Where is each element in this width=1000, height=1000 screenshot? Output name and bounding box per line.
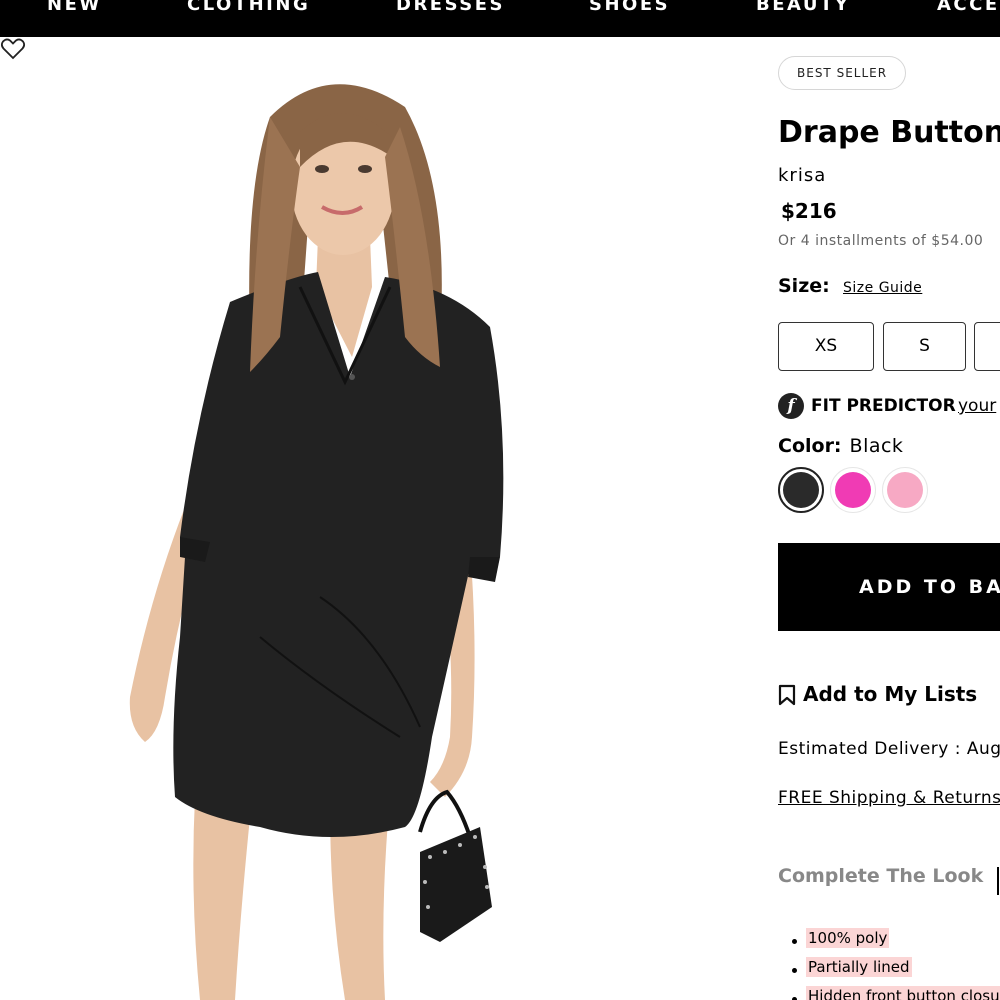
installments-text: Or 4 installments of $54.00 bbox=[778, 233, 984, 249]
nav-item-dresses[interactable]: DRESSES bbox=[396, 0, 505, 15]
product-info-panel: BEST SELLER Drape Button krisa $216 Or 4… bbox=[778, 37, 1000, 1000]
list-item: 100% poly bbox=[778, 928, 1000, 958]
top-navigation-bar: NEW CLOTHING DRESSES SHOES BEAUTY ACCE bbox=[0, 0, 1000, 37]
color-swatch-light-pink[interactable] bbox=[882, 467, 928, 513]
nav-item-beauty[interactable]: BEAUTY bbox=[756, 0, 850, 15]
size-guide-link[interactable]: Size Guide bbox=[843, 280, 922, 296]
product-image[interactable] bbox=[0, 37, 760, 1000]
color-value: Black bbox=[849, 435, 904, 457]
detail-text: Hidden front button closure bbox=[806, 986, 1000, 1000]
size-option-m[interactable] bbox=[974, 322, 1000, 371]
detail-text: 100% poly bbox=[806, 928, 890, 948]
tab-divider bbox=[997, 867, 999, 895]
fit-predictor-logo-icon: f bbox=[778, 393, 804, 419]
list-item: Hidden front button closure bbox=[778, 986, 1000, 1000]
size-label: Size: bbox=[778, 275, 830, 297]
color-swatch-black[interactable] bbox=[778, 467, 824, 513]
color-label: Color: bbox=[778, 435, 842, 457]
list-item: Partially lined bbox=[778, 957, 1000, 987]
size-option-xs[interactable]: XS bbox=[778, 322, 874, 371]
size-option-s[interactable]: S bbox=[883, 322, 966, 371]
color-row: Color: Black bbox=[778, 435, 903, 457]
fit-predictor-label: FIT PREDICTOR bbox=[811, 396, 956, 416]
add-to-lists-label: Add to My Lists bbox=[803, 682, 978, 706]
estimated-delivery: Estimated Delivery : Aug bbox=[778, 739, 1000, 759]
product-photo-illustration bbox=[129, 84, 504, 1000]
detail-text: Partially lined bbox=[806, 957, 912, 977]
nav-item-accessories[interactable]: ACCE bbox=[937, 0, 1000, 15]
product-price: $216 bbox=[781, 199, 837, 223]
add-to-bag-button[interactable]: ADD TO BAG bbox=[778, 543, 1000, 631]
complete-the-look-tab[interactable]: Complete The Look bbox=[778, 865, 983, 887]
product-title: Drape Button bbox=[778, 115, 1000, 150]
free-shipping-returns-link[interactable]: FREE Shipping & Returns bbox=[778, 788, 1000, 808]
bookmark-icon bbox=[778, 684, 796, 706]
color-swatch-hot-pink[interactable] bbox=[830, 467, 876, 513]
heart-icon[interactable] bbox=[0, 37, 26, 61]
product-brand[interactable]: krisa bbox=[778, 165, 826, 186]
product-details-list: 100% poly Partially lined Hidden front b… bbox=[778, 928, 1000, 1000]
nav-item-new[interactable]: NEW bbox=[47, 0, 102, 15]
best-seller-badge: BEST SELLER bbox=[778, 56, 907, 90]
fit-predictor-link[interactable]: your bbox=[958, 396, 996, 416]
nav-item-shoes[interactable]: SHOES bbox=[589, 0, 670, 15]
nav-item-clothing[interactable]: CLOTHING bbox=[187, 0, 310, 15]
